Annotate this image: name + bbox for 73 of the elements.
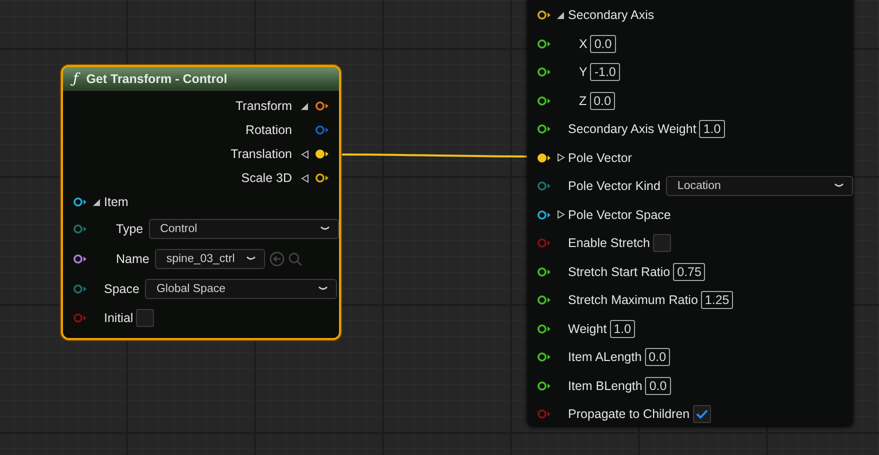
pin-label: Translation xyxy=(230,147,292,161)
number-field[interactable]: 0.0 xyxy=(645,376,671,395)
pin-label: Pole Vector Space xyxy=(568,208,671,222)
expander-icon[interactable] xyxy=(301,150,309,158)
pin-label: Pole Vector xyxy=(568,150,632,165)
number-field[interactable]: -1.0 xyxy=(590,63,620,82)
pin-icon[interactable] xyxy=(537,352,551,362)
number-field[interactable]: 1.0 xyxy=(610,320,636,338)
number-field[interactable]: 0.75 xyxy=(673,262,706,281)
expander-icon[interactable] xyxy=(301,102,309,110)
expander-icon[interactable] xyxy=(557,210,565,220)
pin-icon[interactable] xyxy=(315,173,329,183)
pin-label: Type xyxy=(116,222,144,236)
pin-label: Z xyxy=(579,94,587,108)
pin-label: Item BLength xyxy=(568,378,642,393)
dropdown-field[interactable]: Control xyxy=(149,219,339,239)
pin-label: Space xyxy=(104,282,140,296)
pin-label: Pole Vector Kind xyxy=(568,179,660,194)
dropdown-field[interactable]: Location xyxy=(666,176,853,196)
checkbox[interactable] xyxy=(653,234,671,252)
pin-label: Stretch Maximum Ratio xyxy=(568,293,698,308)
pin-icon[interactable] xyxy=(537,210,551,220)
pin-label: Stretch Start Ratio xyxy=(568,264,670,279)
pin-icon[interactable] xyxy=(537,67,551,78)
pin-label: Weight xyxy=(568,322,607,336)
dropdown-field[interactable]: Global Space xyxy=(145,279,338,299)
chevron-icon xyxy=(318,286,328,292)
pin-label: Secondary Axis xyxy=(568,8,654,22)
number-field[interactable]: 1.25 xyxy=(700,291,734,310)
pin-icon[interactable] xyxy=(537,38,551,49)
chevron-icon xyxy=(320,226,330,232)
checkbox[interactable] xyxy=(692,405,711,424)
dropdown-field[interactable]: spine_03_ctrl xyxy=(155,249,266,269)
pin-label: X xyxy=(579,36,588,51)
node-card[interactable] xyxy=(527,0,853,425)
number-field[interactable]: 0.0 xyxy=(590,92,616,110)
number-field[interactable]: 0.0 xyxy=(644,348,670,366)
pin-icon[interactable] xyxy=(537,124,551,134)
checkbox[interactable] xyxy=(136,309,154,327)
pin-label: Transform xyxy=(236,99,292,113)
pin-label: Initial xyxy=(104,311,134,325)
node-card[interactable]: ƒ Get Transform - Control Transform Rotation Translation Scale 3D Item Type Control Name spine_03_ctrl Space Global Space Initial xyxy=(61,65,341,340)
expander-icon[interactable] xyxy=(301,174,309,182)
pin-icon[interactable] xyxy=(537,324,551,334)
chevron-icon xyxy=(246,256,256,262)
node-header[interactable]: ƒ Get Transform - Control xyxy=(63,67,339,91)
pin-icon[interactable] xyxy=(315,101,329,111)
node-title: Get Transform - Control xyxy=(86,72,228,86)
pin-icon[interactable] xyxy=(537,10,551,20)
pin-label: Secondary Axis Weight xyxy=(568,122,696,136)
pin-label: Enable Stretch xyxy=(568,236,650,250)
pin-label: Propagate to Children xyxy=(568,407,690,422)
pin-label: Scale 3D xyxy=(241,171,292,185)
chevron-icon xyxy=(834,183,844,190)
pin-label: Item ALength xyxy=(568,350,642,364)
pin-icon[interactable] xyxy=(537,380,551,391)
pin-label: Y xyxy=(579,65,588,80)
pin-label: Rotation xyxy=(245,123,292,137)
pin-icon[interactable] xyxy=(537,152,551,163)
pin-icon[interactable] xyxy=(537,295,551,306)
expander-icon[interactable] xyxy=(557,10,565,20)
pin-label: Name xyxy=(116,252,150,266)
number-field[interactable]: 1.0 xyxy=(699,120,725,138)
pin-icon[interactable] xyxy=(73,254,87,264)
pin-icon[interactable] xyxy=(73,197,87,207)
pin-label: Item xyxy=(104,195,128,209)
function-icon: ƒ xyxy=(73,71,78,87)
pin-icon[interactable] xyxy=(315,149,329,159)
expander-icon[interactable] xyxy=(93,198,101,206)
pin-icon[interactable] xyxy=(537,96,551,106)
pin-icon[interactable] xyxy=(537,266,551,277)
expander-icon[interactable] xyxy=(557,153,565,162)
number-field[interactable]: 0.0 xyxy=(590,34,616,53)
